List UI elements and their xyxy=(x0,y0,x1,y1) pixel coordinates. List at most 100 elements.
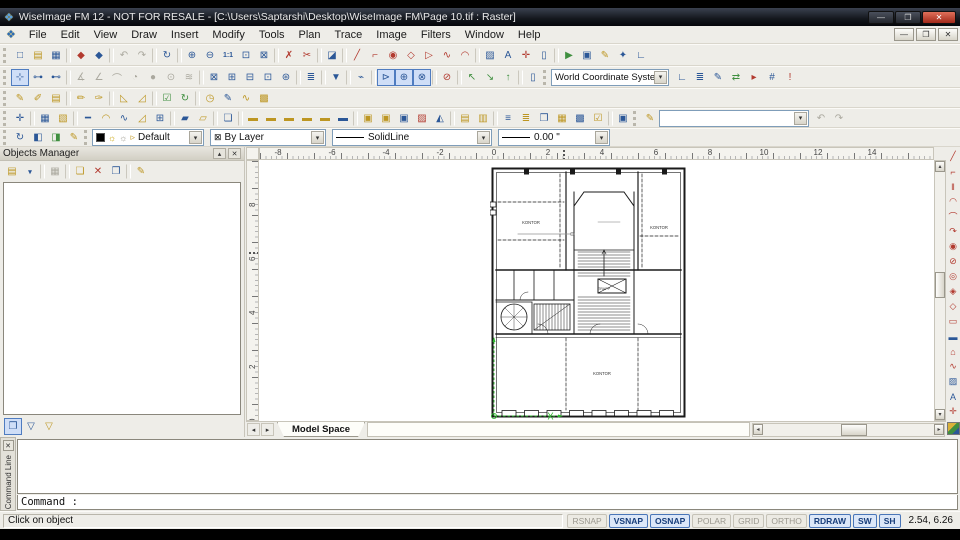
save-icon[interactable]: ▦ xyxy=(47,47,65,64)
selection-list-icon[interactable]: ≣ xyxy=(302,69,320,86)
draw-hatch-icon[interactable]: ▨ xyxy=(946,374,960,389)
chamfer-tool-icon[interactable]: ◿ xyxy=(133,90,151,107)
draw-line-icon[interactable]: ╱ xyxy=(946,149,960,164)
page-setup-icon[interactable]: ▯ xyxy=(535,47,553,64)
menu-item-file[interactable]: File xyxy=(22,28,54,42)
raster-line-5-icon[interactable]: ▬ xyxy=(316,110,334,127)
check-cell-icon[interactable]: ☑ xyxy=(589,110,607,127)
menu-item-help[interactable]: Help xyxy=(511,28,548,42)
select-raster-icon[interactable]: ⊠ xyxy=(205,69,223,86)
minimize-button[interactable]: — xyxy=(868,11,894,24)
menu-item-draw[interactable]: Draw xyxy=(124,28,164,42)
raster-line-4-icon[interactable]: ▬ xyxy=(298,110,316,127)
trace-polyline-icon[interactable]: ✑ xyxy=(90,90,108,107)
command-prompt-input[interactable]: Command : xyxy=(17,495,958,510)
close-button[interactable]: ✕ xyxy=(922,11,956,24)
draw-rectangle-icon[interactable]: ▭ xyxy=(946,314,960,329)
om-edit-icon[interactable]: ✎ xyxy=(132,163,150,180)
om-view-icon[interactable]: ❐ xyxy=(4,418,22,435)
measure-arc-icon[interactable]: ⌒ xyxy=(108,69,126,86)
horizontal-scroll-thumb[interactable] xyxy=(841,424,867,436)
match-properties-icon[interactable]: ↻ xyxy=(11,129,29,146)
stamp-red-icon[interactable]: ◆ xyxy=(72,47,90,64)
selection-subtract-icon[interactable]: ⊗ xyxy=(413,69,431,86)
chevron-down-icon[interactable]: ▾ xyxy=(189,131,202,144)
draw-spline-icon[interactable]: ∿ xyxy=(946,359,960,374)
toggle-polar[interactable]: POLAR xyxy=(692,514,731,528)
scroll-down-button[interactable]: ▾ xyxy=(935,409,945,420)
trace-line-icon[interactable]: ✏ xyxy=(72,90,90,107)
restore-button[interactable]: ❐ xyxy=(895,11,921,24)
panel-close-button[interactable]: ✕ xyxy=(228,148,241,159)
horizontal-scrollbar[interactable]: ◂ ▸ xyxy=(752,423,945,437)
draw-arc-icon[interactable]: ◠ xyxy=(456,47,474,64)
draw-double-line-icon[interactable]: ‖ xyxy=(946,179,960,194)
raster-line-1-icon[interactable]: ▬ xyxy=(244,110,262,127)
ucs-table-icon[interactable]: ≣ xyxy=(691,69,709,86)
toggle-rsnap[interactable]: RSNAP xyxy=(567,514,606,528)
raster-line-6-icon[interactable]: ▬ xyxy=(334,110,352,127)
linetype-combo[interactable]: ——— SolidLine ▾ xyxy=(332,129,492,146)
menu-item-modify[interactable]: Modify xyxy=(205,28,251,42)
menu-item-plan[interactable]: Plan xyxy=(292,28,328,42)
raster-line-2-icon[interactable]: ▬ xyxy=(262,110,280,127)
zoom-window-icon[interactable]: ⊡ xyxy=(237,47,255,64)
menu-item-trace[interactable]: Trace xyxy=(328,28,370,42)
tab-scroll-right-button[interactable]: ▸ xyxy=(261,423,274,436)
redo-icon[interactable]: ↷ xyxy=(133,47,151,64)
menu-item-edit[interactable]: Edit xyxy=(54,28,87,42)
chevron-down-icon[interactable]: ▾ xyxy=(794,112,807,125)
om-open-icon[interactable]: ▤ xyxy=(3,163,21,180)
prev-view-icon[interactable]: ↶ xyxy=(812,110,830,127)
om-export-icon[interactable]: ❐ xyxy=(107,163,125,180)
grid-settings-icon[interactable]: # xyxy=(763,69,781,86)
draw-rotated-rect-icon[interactable]: ◇ xyxy=(402,47,420,64)
raster-line-3-icon[interactable]: ▬ xyxy=(280,110,298,127)
new-document-icon[interactable]: □ xyxy=(11,47,29,64)
measure-icon[interactable]: ✂ xyxy=(298,47,316,64)
panel-collapse-button[interactable]: ▴ xyxy=(213,148,226,159)
draw-line-icon[interactable]: ╱ xyxy=(348,47,366,64)
draw-circle-icon[interactable]: ◉ xyxy=(384,47,402,64)
command-history[interactable] xyxy=(17,439,958,494)
wave-line-icon[interactable]: ∿ xyxy=(115,110,133,127)
snap-node-icon[interactable]: ↑ xyxy=(499,69,517,86)
window-view-icon[interactable]: ❐ xyxy=(535,110,553,127)
warning-icon[interactable]: ! xyxy=(781,69,799,86)
doc-close-button[interactable]: ✕ xyxy=(938,28,958,41)
new-sheet-icon[interactable]: ▯ xyxy=(524,69,542,86)
doc-restore-button[interactable]: ❐ xyxy=(916,28,936,41)
cell-grid-icon[interactable]: ⊞ xyxy=(151,110,169,127)
tab-model-space[interactable]: Model Space xyxy=(277,422,365,437)
quick-select-icon[interactable]: ✎ xyxy=(641,110,659,127)
folder-run-icon[interactable]: ▶ xyxy=(560,47,578,64)
grid-view-icon[interactable]: ≣ xyxy=(517,110,535,127)
stamp-blue-icon[interactable]: ◆ xyxy=(90,47,108,64)
drawing-canvas[interactable]: KONTOR KONTOR KONTOR TRAPP xyxy=(259,160,934,421)
filter-icon[interactable]: ▼ xyxy=(327,69,345,86)
om-filter-edit-icon[interactable]: ▽ xyxy=(40,418,58,435)
toolbar-grip[interactable] xyxy=(3,48,8,63)
draw-circle-tan-icon[interactable]: ⊘ xyxy=(946,254,960,269)
tab-scroll-left-button[interactable]: ◂ xyxy=(247,423,260,436)
toggle-rdraw[interactable]: RDRAW xyxy=(809,514,851,528)
draw-arc-cse-icon[interactable]: ⌒ xyxy=(946,209,960,224)
calendar-view-icon[interactable]: ▦ xyxy=(553,110,571,127)
select-raster-all-icon[interactable]: ⊛ xyxy=(277,69,295,86)
node-spline-icon[interactable]: ∿ xyxy=(237,90,255,107)
history-15-icon[interactable]: ◷ xyxy=(201,90,219,107)
raster-verify-icon[interactable]: ☑ xyxy=(158,90,176,107)
chevron-down-icon[interactable]: ▾ xyxy=(654,71,667,84)
draw-curve-icon[interactable]: ↷ xyxy=(946,224,960,239)
draw-shapes-icon[interactable]: ◈ xyxy=(946,284,960,299)
raster-obj-1-icon[interactable]: ▣ xyxy=(359,110,377,127)
toggle-osnap[interactable]: OSNAP xyxy=(650,514,690,528)
ucs-pen-icon[interactable]: ✎ xyxy=(709,69,727,86)
draw-polygon-icon[interactable]: ⌂ xyxy=(946,344,960,359)
draw-text-icon[interactable]: A xyxy=(946,389,960,404)
copy-objects-icon[interactable]: ❏ xyxy=(219,110,237,127)
ucs-world-icon[interactable]: ⇄ xyxy=(727,69,745,86)
measure-radius-icon[interactable]: ⊙ xyxy=(162,69,180,86)
toolbar-grip[interactable] xyxy=(543,70,548,85)
toolbar-grip[interactable] xyxy=(633,111,638,126)
